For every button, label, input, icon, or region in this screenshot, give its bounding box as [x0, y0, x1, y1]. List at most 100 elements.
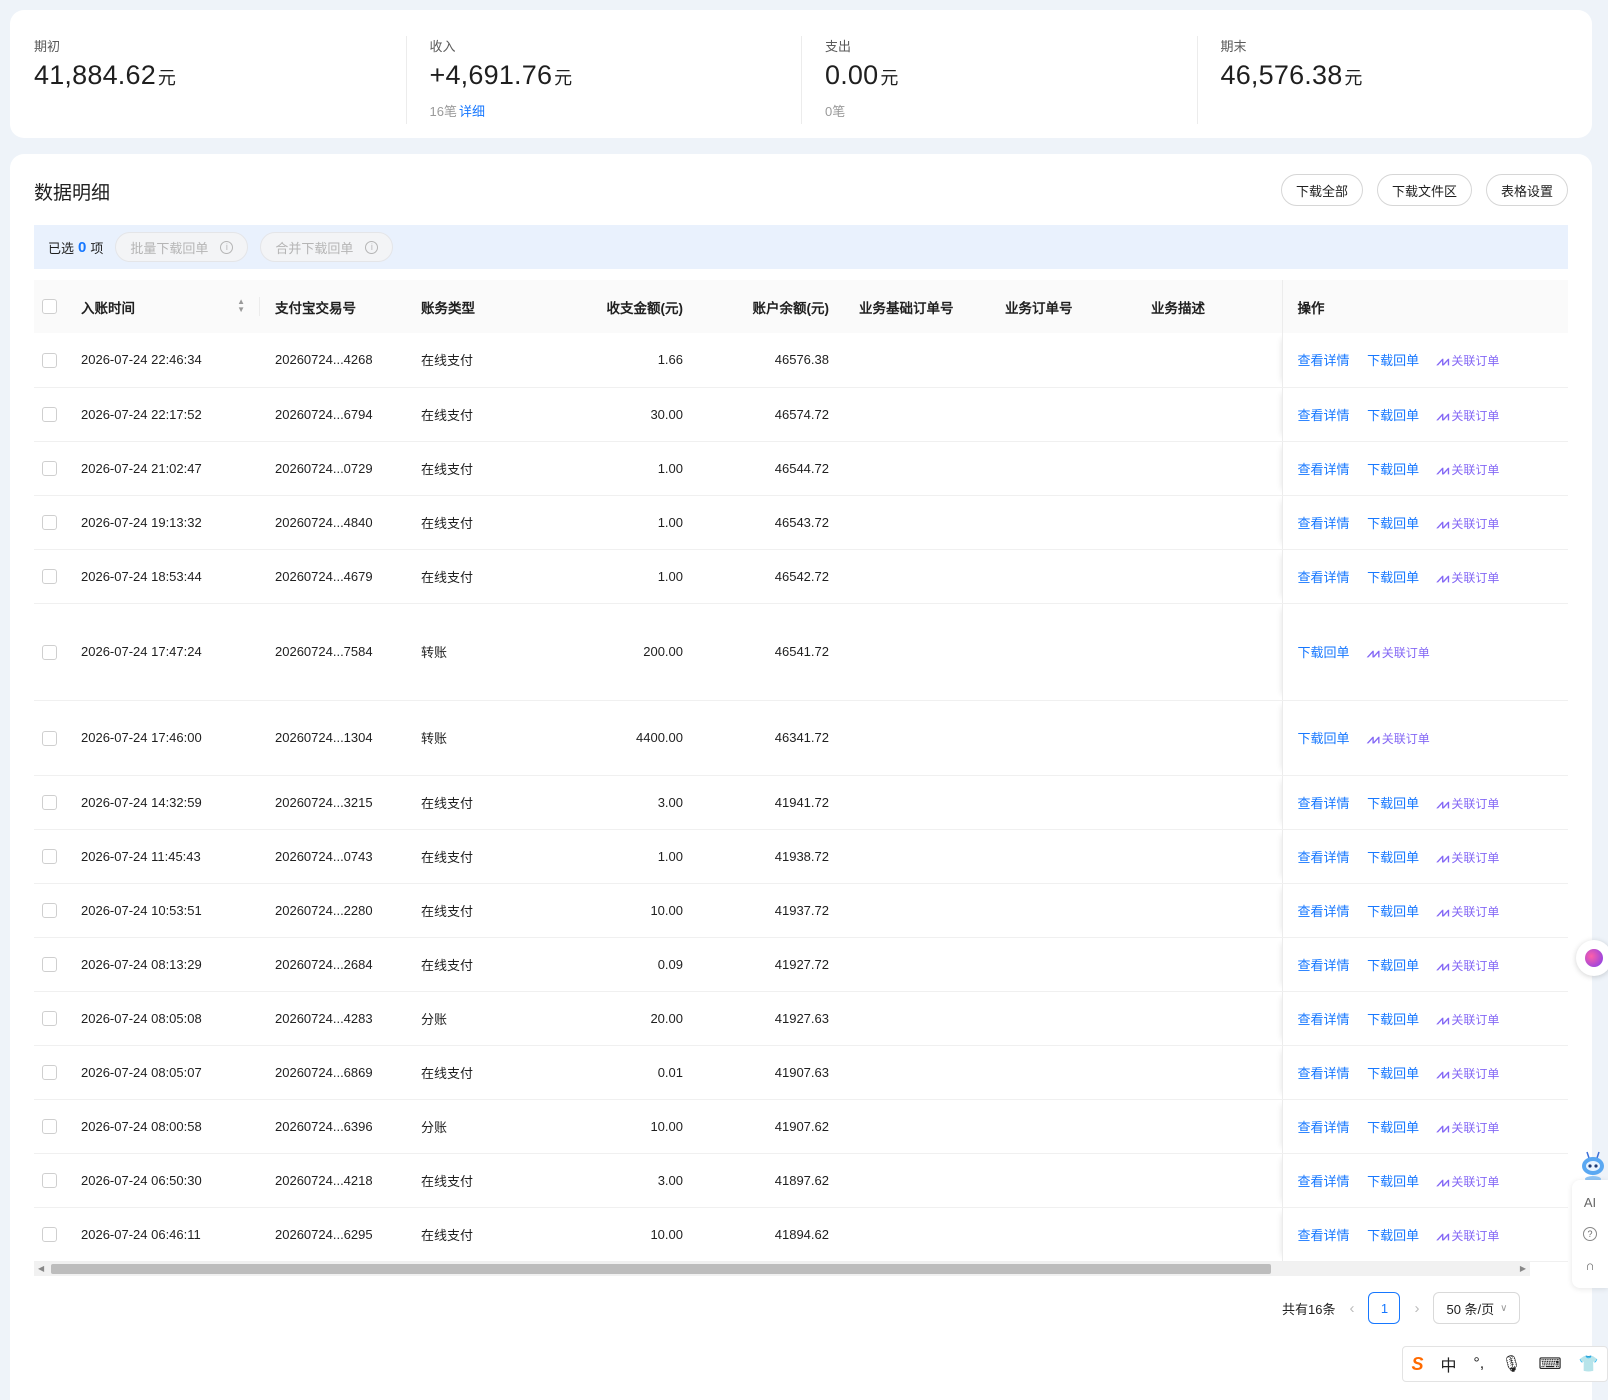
download-receipt-link[interactable]: 下载回单	[1298, 731, 1350, 746]
ime-mode-toggle[interactable]: 中	[1440, 1352, 1456, 1376]
scroll-right-icon[interactable]: ▶	[1520, 1262, 1526, 1276]
row-checkbox[interactable]	[42, 352, 57, 368]
link-order-link[interactable]: ⩘⩘ 关联订单	[1437, 959, 1500, 973]
scrollbar-thumb[interactable]	[51, 1264, 1271, 1274]
select-all-checkbox[interactable]	[42, 299, 57, 315]
cell-balance: 46542.72	[698, 549, 844, 604]
link-order-link[interactable]: ⩘⩘ 关联订单	[1437, 1175, 1500, 1189]
view-detail-link[interactable]: 查看详情	[1298, 408, 1350, 423]
page-size-select[interactable]: 50 条/页 ∨	[1433, 1292, 1521, 1324]
cell-time: 2026-07-24 06:46:11	[66, 1207, 260, 1262]
download-receipt-link[interactable]: 下载回单	[1367, 570, 1419, 585]
link-order-link[interactable]: ⩘⩘ 关联订单	[1437, 517, 1500, 531]
help-icon[interactable]: ?	[1583, 1226, 1597, 1241]
row-checkbox[interactable]	[42, 903, 57, 919]
download-receipt-link[interactable]: 下载回单	[1367, 408, 1419, 423]
download-receipt-link[interactable]: 下载回单	[1367, 1066, 1419, 1081]
horizontal-scrollbar[interactable]: ◀ ▶	[34, 1262, 1530, 1276]
row-checkbox[interactable]	[42, 644, 57, 660]
link-order-link[interactable]: ⩘⩘ 关联订单	[1437, 1229, 1500, 1243]
download-receipt-link[interactable]: 下载回单	[1367, 516, 1419, 531]
ai-button[interactable]: AI	[1584, 1195, 1596, 1210]
download-receipt-link[interactable]: 下载回单	[1298, 645, 1350, 660]
view-detail-link[interactable]: 查看详情	[1298, 1120, 1350, 1135]
link-order-link[interactable]: ⩘⩘ 关联订单	[1437, 354, 1500, 368]
link-order-link[interactable]: ⩘⩘ 关联订单	[1437, 851, 1500, 865]
link-order-link[interactable]: ⩘⩘ 关联订单	[1437, 571, 1500, 585]
view-detail-link[interactable]: 查看详情	[1298, 1174, 1350, 1189]
cell-desc	[1136, 883, 1282, 938]
download-receipt-link[interactable]: 下载回单	[1367, 958, 1419, 973]
download-file-area-button[interactable]: 下载文件区	[1376, 174, 1472, 206]
view-detail-link[interactable]: 查看详情	[1298, 570, 1350, 585]
download-receipt-link[interactable]: 下载回单	[1367, 904, 1419, 919]
prev-page-icon[interactable]: ‹	[1349, 1300, 1354, 1317]
row-checkbox[interactable]	[42, 1227, 57, 1243]
row-checkbox[interactable]	[42, 1119, 57, 1135]
view-detail-link[interactable]: 查看详情	[1298, 904, 1350, 919]
row-checkbox[interactable]	[42, 407, 57, 423]
link-order-link[interactable]: ⩘⩘ 关联订单	[1367, 732, 1430, 746]
batch-download-button[interactable]: 批量下载回单 i	[115, 232, 249, 262]
row-checkbox[interactable]	[42, 1065, 57, 1081]
cell-base-order	[844, 1207, 990, 1262]
download-receipt-link[interactable]: 下载回单	[1367, 1228, 1419, 1243]
row-checkbox[interactable]	[42, 730, 57, 746]
cell-type: 在线支付	[406, 1045, 552, 1100]
sogou-logo-icon[interactable]: S	[1411, 1354, 1423, 1375]
row-checkbox[interactable]	[42, 795, 57, 811]
table-settings-button[interactable]: 表格设置	[1485, 174, 1568, 206]
page-button[interactable]: 1	[1368, 1292, 1401, 1324]
headset-icon[interactable]: ∩	[1585, 1258, 1594, 1273]
view-detail-link[interactable]: 查看详情	[1298, 1012, 1350, 1027]
download-all-button[interactable]: 下载全部	[1280, 174, 1363, 206]
download-receipt-link[interactable]: 下载回单	[1367, 850, 1419, 865]
download-receipt-link[interactable]: 下载回单	[1367, 1120, 1419, 1135]
row-checkbox[interactable]	[42, 957, 57, 973]
microphone-icon[interactable]: 🎙	[1501, 1354, 1521, 1374]
view-detail-link[interactable]: 查看详情	[1298, 1228, 1350, 1243]
info-icon[interactable]: i	[220, 240, 234, 254]
link-order-link[interactable]: ⩘⩘ 关联订单	[1437, 905, 1500, 919]
view-detail-link[interactable]: 查看详情	[1298, 796, 1350, 811]
download-receipt-link[interactable]: 下载回单	[1367, 796, 1419, 811]
download-receipt-link[interactable]: 下载回单	[1367, 1012, 1419, 1027]
link-order-link[interactable]: ⩘⩘ 关联订单	[1437, 1013, 1500, 1027]
column-header-time[interactable]: 入账时间 ▲ ▼	[66, 280, 260, 333]
link-order-link[interactable]: ⩘⩘ 关联订单	[1437, 1121, 1500, 1135]
download-receipt-link[interactable]: 下载回单	[1367, 462, 1419, 477]
robot-assistant-icon[interactable]	[1578, 1150, 1608, 1184]
next-page-icon[interactable]: ›	[1414, 1300, 1419, 1317]
link-order-link[interactable]: ⩘⩘ 关联订单	[1437, 463, 1500, 477]
link-order-link[interactable]: ⩘⩘ 关联订单	[1437, 409, 1500, 423]
skin-icon[interactable]: 👕	[1579, 1354, 1599, 1374]
assistant-bubble[interactable]	[1576, 940, 1608, 976]
cell-desc	[1136, 829, 1282, 884]
keyboard-icon[interactable]: ⌨	[1538, 1354, 1561, 1374]
view-detail-link[interactable]: 查看详情	[1298, 1066, 1350, 1081]
income-detail-link[interactable]: 详细	[459, 104, 485, 119]
view-detail-link[interactable]: 查看详情	[1298, 462, 1350, 477]
view-detail-link[interactable]: 查看详情	[1298, 958, 1350, 973]
row-checkbox[interactable]	[42, 849, 57, 865]
view-detail-link[interactable]: 查看详情	[1298, 353, 1350, 368]
download-receipt-link[interactable]: 下载回单	[1367, 1174, 1419, 1189]
view-detail-link[interactable]: 查看详情	[1298, 516, 1350, 531]
punctuation-icon[interactable]: °,	[1473, 1355, 1484, 1373]
download-receipt-link[interactable]: 下载回单	[1367, 353, 1419, 368]
merge-download-button[interactable]: 合并下载回单 i	[260, 232, 394, 262]
scroll-left-icon[interactable]: ◀	[38, 1262, 44, 1276]
sort-icon[interactable]: ▲ ▼	[237, 298, 245, 314]
cell-order	[990, 1045, 1136, 1100]
row-checkbox[interactable]	[42, 569, 57, 585]
link-order-link[interactable]: ⩘⩘ 关联订单	[1367, 646, 1430, 660]
row-checkbox[interactable]	[42, 515, 57, 531]
cell-txn: 20260724...0729	[260, 441, 406, 496]
info-icon[interactable]: i	[365, 240, 379, 254]
link-order-link[interactable]: ⩘⩘ 关联订单	[1437, 797, 1500, 811]
row-checkbox[interactable]	[42, 1011, 57, 1027]
view-detail-link[interactable]: 查看详情	[1298, 850, 1350, 865]
row-checkbox[interactable]	[42, 461, 57, 477]
row-checkbox[interactable]	[42, 1173, 57, 1189]
link-order-link[interactable]: ⩘⩘ 关联订单	[1437, 1067, 1500, 1081]
